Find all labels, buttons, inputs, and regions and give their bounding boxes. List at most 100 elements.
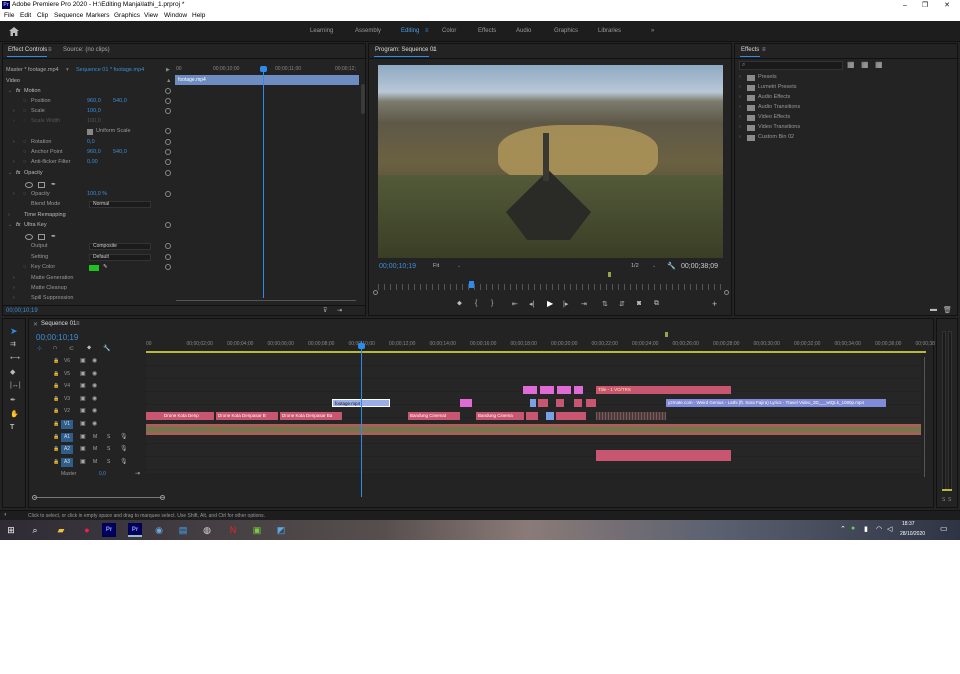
scale-value[interactable]: 100,0	[87, 108, 101, 114]
drone-clip-2[interactable]: Drone Kota Denpasar B	[216, 412, 278, 420]
chat-app-icon[interactable]: ◉	[152, 523, 166, 537]
reset-icon[interactable]	[165, 128, 171, 134]
rotation-value[interactable]: 0,0	[87, 139, 95, 145]
file-explorer-icon[interactable]: ▰	[54, 523, 68, 537]
reset-icon[interactable]	[165, 222, 171, 228]
drone-clip-3[interactable]: Drone Kota Denpasar Ba	[280, 412, 342, 420]
time-remapping-effect[interactable]: › Time Remapping	[3, 211, 175, 221]
master-volume-value[interactable]: 0,0	[99, 471, 106, 477]
fit-dropdown[interactable]: Fit	[433, 263, 439, 269]
tray-app-icon[interactable]: ●	[851, 525, 855, 532]
comparison-view-icon[interactable]: ⧉	[654, 300, 659, 308]
workspace-menu-icon[interactable]: ≡	[425, 28, 429, 34]
twirl-right-icon[interactable]: ›	[739, 134, 741, 140]
minimize-icon[interactable]: –	[894, 0, 916, 11]
reset-icon[interactable]	[165, 139, 171, 145]
video-expand-icon[interactable]: ▲	[166, 78, 171, 84]
menu-view[interactable]: View	[144, 12, 158, 19]
matte-cleanup-row[interactable]: › Matte Cleanup	[3, 284, 175, 294]
track-label[interactable]: V1	[61, 420, 73, 429]
twirl-down-icon[interactable]: ⌄	[8, 222, 12, 228]
red-clip[interactable]	[586, 399, 596, 407]
snap-icon[interactable]: ∩	[53, 345, 57, 351]
mute-track-button[interactable]: M	[93, 446, 97, 452]
lock-track-icon[interactable]: 🔒	[53, 383, 59, 389]
premiere-taskbar-icon[interactable]: Pr	[102, 523, 116, 537]
reset-icon[interactable]	[165, 88, 171, 94]
lock-track-icon[interactable]: 🔒	[53, 446, 59, 452]
go-to-in-icon[interactable]: ⇤	[512, 300, 518, 308]
sync-lock-icon[interactable]: ▣	[80, 357, 86, 364]
track-area[interactable]: Title - 1 VO/TRS footage.mp4 y2mate.com …	[146, 353, 921, 477]
workspace-libraries[interactable]: Libraries	[598, 28, 621, 34]
timeline-vertical-scrollbar[interactable]	[924, 357, 925, 477]
a3-audio-clip[interactable]	[596, 450, 731, 461]
twirl-right-icon[interactable]: ›	[13, 139, 15, 145]
video-clip-strip[interactable]	[596, 412, 666, 420]
mute-track-button[interactable]: M	[93, 459, 97, 465]
wrench-icon[interactable]: 🔧	[667, 262, 676, 270]
reset-icon[interactable]	[165, 149, 171, 155]
timeline-playhead-handle[interactable]	[358, 343, 365, 349]
track-label[interactable]: A1	[61, 432, 73, 442]
word-icon[interactable]: ▤	[176, 523, 190, 537]
sync-lock-icon[interactable]: ▣	[80, 420, 86, 427]
track-label[interactable]: A3	[61, 457, 73, 467]
position-y-value[interactable]: 540,0	[113, 98, 127, 104]
home-icon[interactable]	[9, 27, 19, 36]
twirl-down-icon[interactable]: ⌄	[8, 170, 12, 176]
resolution-dropdown[interactable]: 1/2	[631, 263, 639, 269]
bandung-clip-1[interactable]: Bandung Cinemat	[408, 412, 460, 420]
premiere-active-taskbar-icon[interactable]: Pr	[128, 523, 142, 537]
eyedropper-icon[interactable]: ✎	[103, 264, 108, 270]
close-icon[interactable]: ✕	[936, 0, 958, 11]
matte-generation-row[interactable]: › Matte Generation	[3, 274, 175, 284]
program-scrubber[interactable]	[378, 284, 723, 290]
stopwatch-icon[interactable]: ◌	[23, 139, 26, 145]
voiceover-record-icon[interactable]: 🎙	[120, 458, 128, 465]
ec-zoom-bar[interactable]	[176, 300, 356, 301]
reset-icon[interactable]	[165, 98, 171, 104]
stopwatch-icon[interactable]: ◌	[23, 108, 26, 114]
solo-left-button[interactable]: S	[942, 497, 945, 503]
twirl-right-icon[interactable]: ›	[739, 124, 741, 130]
timeline-playhead[interactable]	[361, 341, 362, 497]
lock-track-icon[interactable]: 🔒	[53, 421, 59, 427]
mark-in-icon[interactable]: {	[475, 300, 477, 307]
scroll-handle-right[interactable]	[160, 495, 165, 500]
sync-lock-icon[interactable]: ▣	[80, 458, 86, 465]
twirl-right-icon[interactable]: ›	[739, 84, 741, 90]
lock-track-icon[interactable]: 🔒	[53, 408, 59, 414]
program-timecode[interactable]: 00;00;10;19	[379, 263, 416, 270]
workspace-effects[interactable]: Effects	[478, 28, 496, 34]
tab-program[interactable]: Program: Sequence 01	[375, 47, 437, 53]
reset-icon[interactable]	[165, 191, 171, 197]
workspace-editing[interactable]: Editing	[401, 28, 419, 34]
close-sequence-icon[interactable]: ✕	[33, 321, 38, 328]
add-button-icon[interactable]: +	[712, 299, 717, 309]
lock-track-icon[interactable]: 🔒	[53, 459, 59, 465]
menu-edit[interactable]: Edit	[20, 12, 31, 19]
tab-sequence-01[interactable]: Sequence 01	[41, 321, 76, 327]
drone-clip-1[interactable]: Drone Kota Denp	[162, 412, 214, 420]
y2mate-clip[interactable]: y2mate.com - Weird Genius - Lathi (ft. S…	[666, 399, 886, 407]
windows-start-icon[interactable]: ⊞	[4, 523, 18, 537]
twirl-right-icon[interactable]: ›	[13, 159, 15, 165]
program-playhead[interactable]	[469, 281, 474, 288]
reset-icon[interactable]	[165, 170, 171, 176]
reset-icon[interactable]	[165, 159, 171, 165]
stopwatch-icon[interactable]: ◌	[23, 98, 26, 104]
track-label[interactable]: A2	[61, 445, 73, 455]
camera-icon[interactable]: ◙	[637, 300, 641, 307]
a1-audio-clip[interactable]	[146, 424, 921, 435]
master-clip-label[interactable]: Master * footage.mp4	[6, 67, 59, 73]
more-workspaces-icon[interactable]: »	[651, 28, 654, 34]
lock-track-icon[interactable]: 🔒	[53, 371, 59, 377]
network-icon[interactable]: ◠	[876, 525, 882, 533]
sync-lock-icon[interactable]: ▣	[80, 433, 86, 440]
folder-video-transitions[interactable]: › Video Transitions	[735, 123, 955, 133]
taskbar-time[interactable]: 18:37	[902, 521, 915, 527]
pen-mask-icon[interactable]: ✒	[51, 181, 56, 188]
photos-icon[interactable]: ◩	[274, 523, 288, 537]
pen-mask-icon[interactable]: ✒	[51, 233, 56, 240]
